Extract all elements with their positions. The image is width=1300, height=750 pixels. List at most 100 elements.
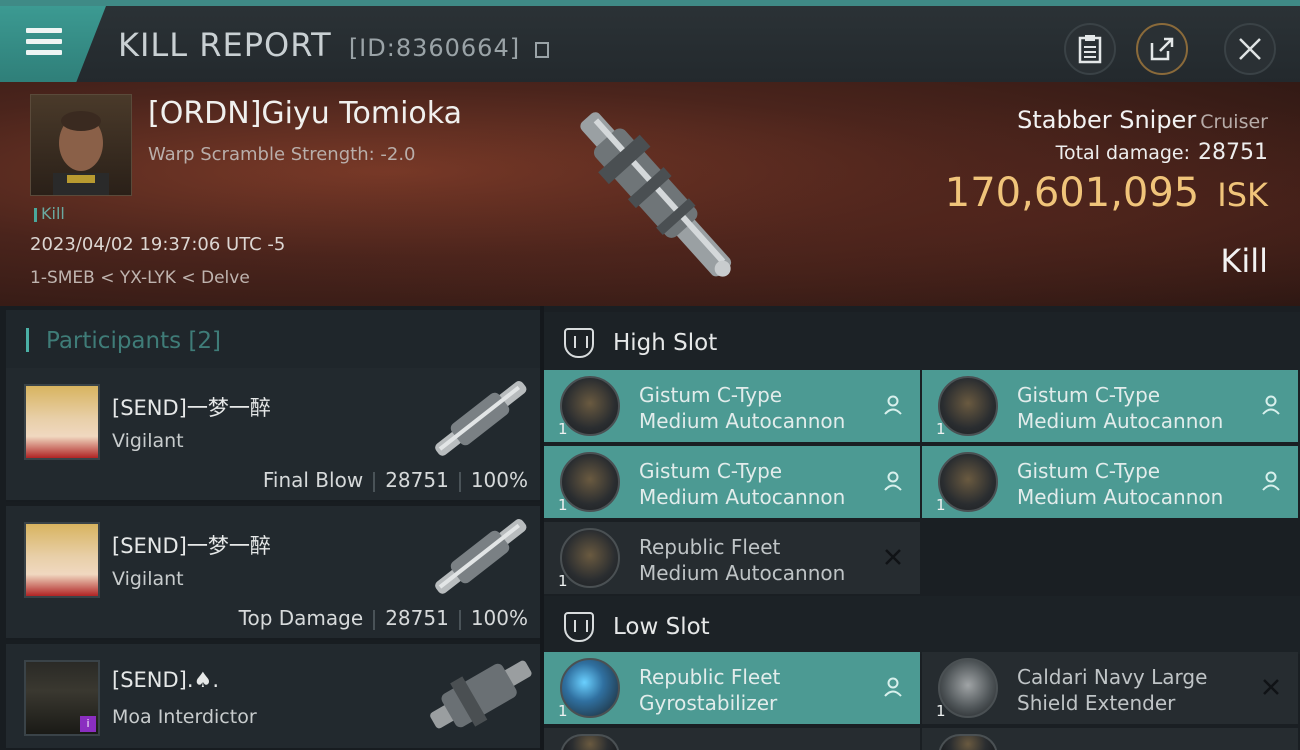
participant-avatar xyxy=(24,384,100,460)
module-quantity: 1 xyxy=(558,420,568,438)
kill-datetime: 2023/04/02 19:37:06 UTC -5 xyxy=(30,234,286,255)
victim-portrait[interactable] xyxy=(30,94,132,196)
fitted-person-icon xyxy=(1262,471,1280,491)
module-slot[interactable]: 1 Caldari Navy Large Shield Extender xyxy=(922,652,1298,724)
title-bar: KILL REPORT [ID:8360664] xyxy=(0,0,1300,82)
module-name-line2: Shield Extender xyxy=(1017,691,1176,715)
low-slot-label: Low Slot xyxy=(613,614,710,640)
participant-name: [SEND]一梦一醉 xyxy=(112,534,271,558)
module-name: Republic Fleet Medium Autocannon xyxy=(639,534,845,586)
total-damage-label: Total damage: xyxy=(1055,142,1190,164)
participant-percent: 100% xyxy=(470,606,528,630)
module-quantity: 1 xyxy=(558,702,568,720)
participant-avatar: i xyxy=(24,660,100,736)
participants-panel: Participants [2] [SEND]一梦一醉 Vigilant Fin… xyxy=(0,306,540,750)
module-quantity: 1 xyxy=(936,496,946,514)
total-damage-value: 28751 xyxy=(1198,140,1268,165)
total-damage: Total damage: 28751 xyxy=(1056,140,1268,165)
autocannon-icon xyxy=(938,376,998,436)
participant-stats: Top Damage 28751 100% xyxy=(239,606,528,630)
module-slot[interactable]: 1 Gistum C-Type Medium Autocannon xyxy=(922,446,1298,518)
module-slot[interactable]: 1 Gistum C-Type Medium Autocannon xyxy=(544,446,920,518)
autocannon-icon xyxy=(560,528,620,588)
module-quantity: 1 xyxy=(558,496,568,514)
kill-location[interactable]: 1-SMEB < YX-LYK < Delve xyxy=(30,268,250,288)
participant-ship: Moa Interdictor xyxy=(112,706,257,728)
fitted-person-icon xyxy=(884,677,902,697)
pilot-portrait-image xyxy=(53,111,109,195)
shield-extender-icon xyxy=(938,658,998,718)
destroyed-x-icon xyxy=(1263,679,1279,695)
module-name-line2: Medium Autocannon xyxy=(1017,485,1224,509)
participant-row[interactable]: i [SEND].♠. Moa Interdictor xyxy=(6,644,540,750)
module-slot-partial[interactable] xyxy=(922,728,1298,750)
module-name: Gistum C-Type Medium Autocannon xyxy=(1017,382,1223,434)
autocannon-icon xyxy=(560,452,620,512)
module-quantity: 1 xyxy=(936,702,946,720)
module-icon xyxy=(560,734,620,750)
info-badge: i xyxy=(80,716,96,732)
isk-amount: 170,601,095 xyxy=(944,170,1200,216)
high-slot-header: High Slot xyxy=(544,312,1300,370)
participant-ship-image xyxy=(435,381,527,456)
participant-percent: 100% xyxy=(470,468,528,492)
module-name: Caldari Navy Large Shield Extender xyxy=(1017,664,1207,716)
participant-ship-image xyxy=(430,660,532,729)
victim-ship[interactable]: Stabber Sniper Cruiser xyxy=(1017,106,1268,134)
participant-stats: Final Blow 28751 100% xyxy=(263,468,528,492)
copy-icon[interactable] xyxy=(535,42,550,58)
kill-tag: Kill xyxy=(34,204,65,223)
participant-name: [SEND].♠. xyxy=(112,668,220,692)
isk-unit: ISK xyxy=(1217,176,1268,214)
module-name-line2: Medium Autocannon xyxy=(639,561,846,585)
clipboard-button[interactable] xyxy=(1064,23,1116,75)
warp-scramble-strength: Warp Scramble Strength: -2.0 xyxy=(148,144,416,165)
module-name-line1: Republic Fleet xyxy=(639,665,781,689)
participant-ship: Vigilant xyxy=(112,430,184,452)
share-button[interactable] xyxy=(1136,23,1188,75)
module-name-line1: Caldari Navy Large xyxy=(1017,665,1208,689)
participant-ship-image xyxy=(435,519,527,594)
module-slot[interactable]: 1 Republic Fleet Gyrostabilizer xyxy=(544,652,920,724)
module-name: Gistum C-Type Medium Autocannon xyxy=(639,458,845,510)
fitted-person-icon xyxy=(884,471,902,491)
participant-row[interactable]: [SEND]一梦一醉 Vigilant Final Blow 28751 100% xyxy=(6,368,540,502)
participant-ship: Vigilant xyxy=(112,568,184,590)
report-id: [ID:8360664] xyxy=(348,34,521,62)
module-name-line2: Medium Autocannon xyxy=(639,485,846,509)
participant-name: [SEND]一梦一醉 xyxy=(112,396,271,420)
module-name-line2: Medium Autocannon xyxy=(1017,409,1224,433)
module-icon xyxy=(938,734,998,750)
clipboard-icon xyxy=(1078,35,1102,64)
fitting-panel: High Slot 1 Gistum C-Type Medium Autocann… xyxy=(544,306,1300,750)
module-name: Gistum C-Type Medium Autocannon xyxy=(1017,458,1223,510)
participant-damage: 28751 xyxy=(385,468,449,492)
module-slot[interactable]: 1 Gistum C-Type Medium Autocannon xyxy=(544,370,920,442)
participant-role: Final Blow xyxy=(262,468,364,492)
fitted-person-icon xyxy=(884,395,902,415)
module-quantity: 1 xyxy=(558,572,568,590)
module-slot[interactable]: 1 Gistum C-Type Medium Autocannon xyxy=(922,370,1298,442)
module-name-line1: Gistum C-Type xyxy=(1017,383,1161,407)
module-slot[interactable]: 1 Republic Fleet Medium Autocannon xyxy=(544,522,920,594)
result-label: Kill xyxy=(1220,242,1268,280)
module-name: Gistum C-Type Medium Autocannon xyxy=(639,382,845,434)
participants-header[interactable]: Participants [2] xyxy=(6,310,540,370)
menu-button[interactable] xyxy=(0,6,106,82)
participant-row[interactable]: [SEND]一梦一醉 Vigilant Top Damage 28751 100% xyxy=(6,506,540,640)
high-slot-icon xyxy=(564,328,594,358)
victim-name[interactable]: [ORDN]Giyu Tomioka xyxy=(148,96,462,131)
victim-summary: [ORDN]Giyu Tomioka Warp Scramble Strengt… xyxy=(0,82,1300,306)
share-icon xyxy=(1150,37,1174,61)
victim-ship-image xyxy=(580,112,732,277)
page-title: KILL REPORT [ID:8360664] xyxy=(118,26,550,64)
low-slot-header: Low Slot xyxy=(544,596,1300,654)
close-button[interactable] xyxy=(1224,23,1276,75)
isk-value: 170,601,095 ISK xyxy=(945,170,1268,216)
module-name-line2: Medium Autocannon xyxy=(639,409,846,433)
participant-avatar xyxy=(24,522,100,598)
module-quantity: 1 xyxy=(936,420,946,438)
module-name: Republic Fleet Gyrostabilizer xyxy=(639,664,780,716)
close-icon xyxy=(1239,38,1261,60)
module-slot-partial[interactable] xyxy=(544,728,920,750)
